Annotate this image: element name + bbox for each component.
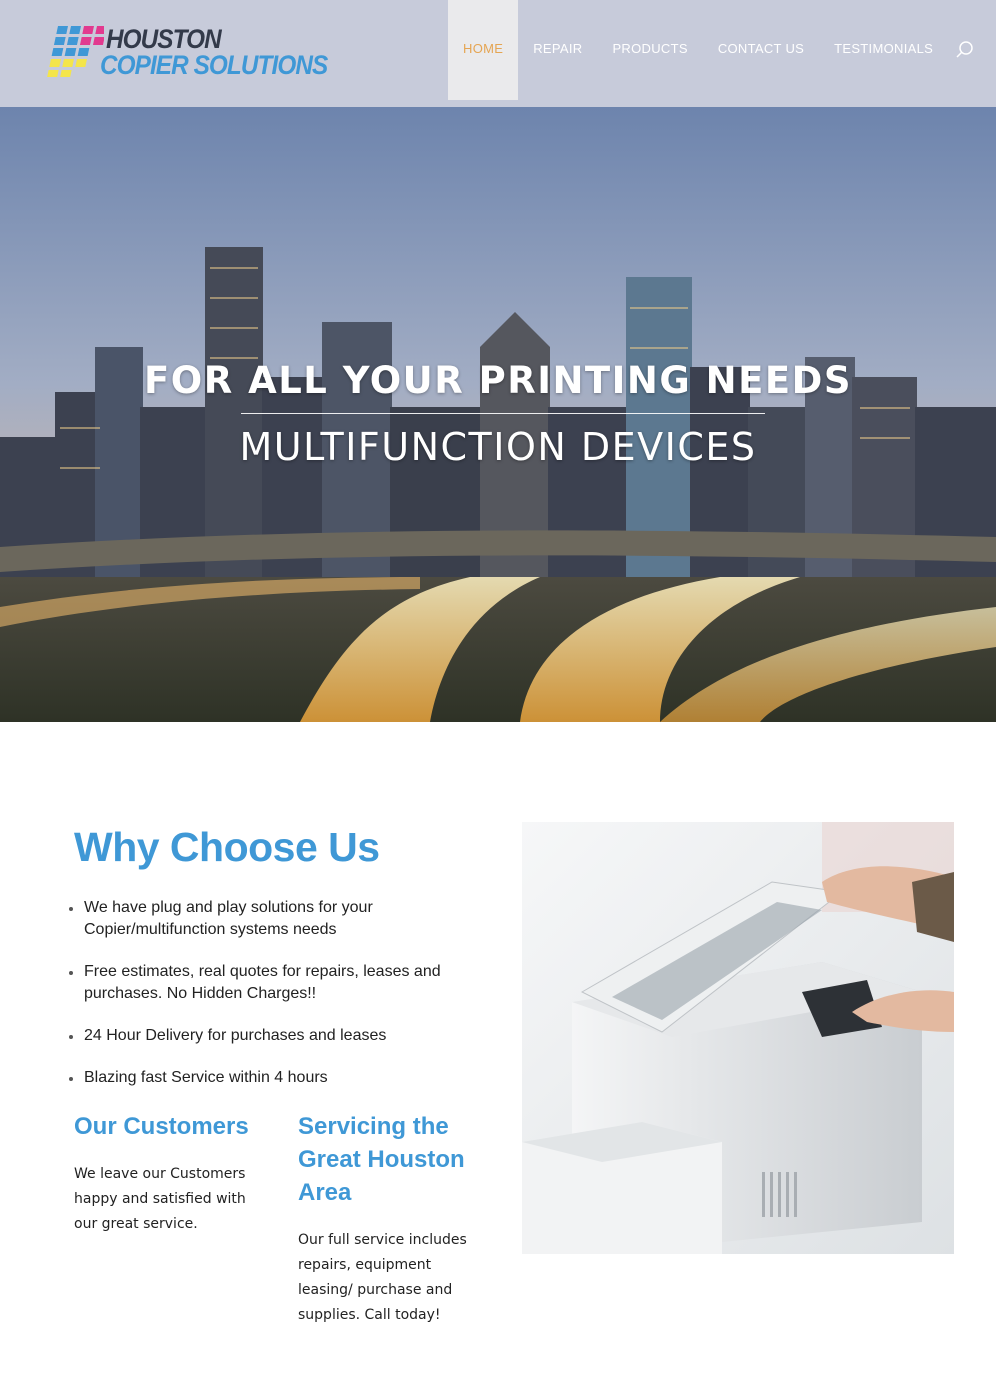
our-customers-text: We leave our Customers happy and satisfi… (74, 1166, 246, 1232)
logo-text-copier-solutions: COPIER SOLUTIONS (100, 50, 328, 80)
logo[interactable]: HOUSTON COPIER SOLUTIONS (44, 24, 328, 80)
servicing-area-text: Our full service includes repairs, equip… (298, 1232, 467, 1323)
list-item: Blazing fast Service within 4 hours (69, 1067, 474, 1089)
why-choose-us-heading: Why Choose Us (74, 824, 380, 870)
our-customers-heading: Our Customers (74, 1113, 249, 1140)
houston-skyline-image (0, 107, 996, 722)
list-item: 24 Hour Delivery for purchases and lease… (69, 1025, 474, 1047)
site-header: HOUSTON COPIER SOLUTIONS HOME REPAIR PRO… (0, 0, 996, 107)
main-nav: HOME REPAIR PRODUCTS CONTACT US TESTIMON… (448, 0, 948, 100)
copier-photo (522, 822, 954, 1254)
nav-products[interactable]: PRODUCTS (597, 0, 702, 100)
hero-divider (241, 413, 765, 414)
nav-contact-us[interactable]: CONTACT US (703, 0, 819, 100)
logo-grid-icon (47, 26, 104, 77)
hero-subtitle: MULTIFUNCTION DEVICES (239, 425, 757, 469)
why-choose-us-list: We have plug and play solutions for your… (69, 897, 474, 1109)
copier-image (522, 822, 954, 1254)
list-item: Free estimates, real quotes for repairs,… (69, 961, 474, 1005)
hero-banner: FOR ALL YOUR PRINTING NEEDS MULTIFUNCTIO… (0, 107, 996, 722)
servicing-area-heading: Servicing the Great Houston Area (298, 1113, 465, 1206)
hero-title: FOR ALL YOUR PRINTING NEEDS (143, 359, 853, 402)
nav-home[interactable]: HOME (448, 0, 519, 100)
nav-testimonials[interactable]: TESTIMONIALS (819, 0, 948, 100)
search-icon[interactable] (955, 40, 975, 60)
nav-repair[interactable]: REPAIR (518, 0, 597, 100)
list-item: We have plug and play solutions for your… (69, 897, 474, 941)
